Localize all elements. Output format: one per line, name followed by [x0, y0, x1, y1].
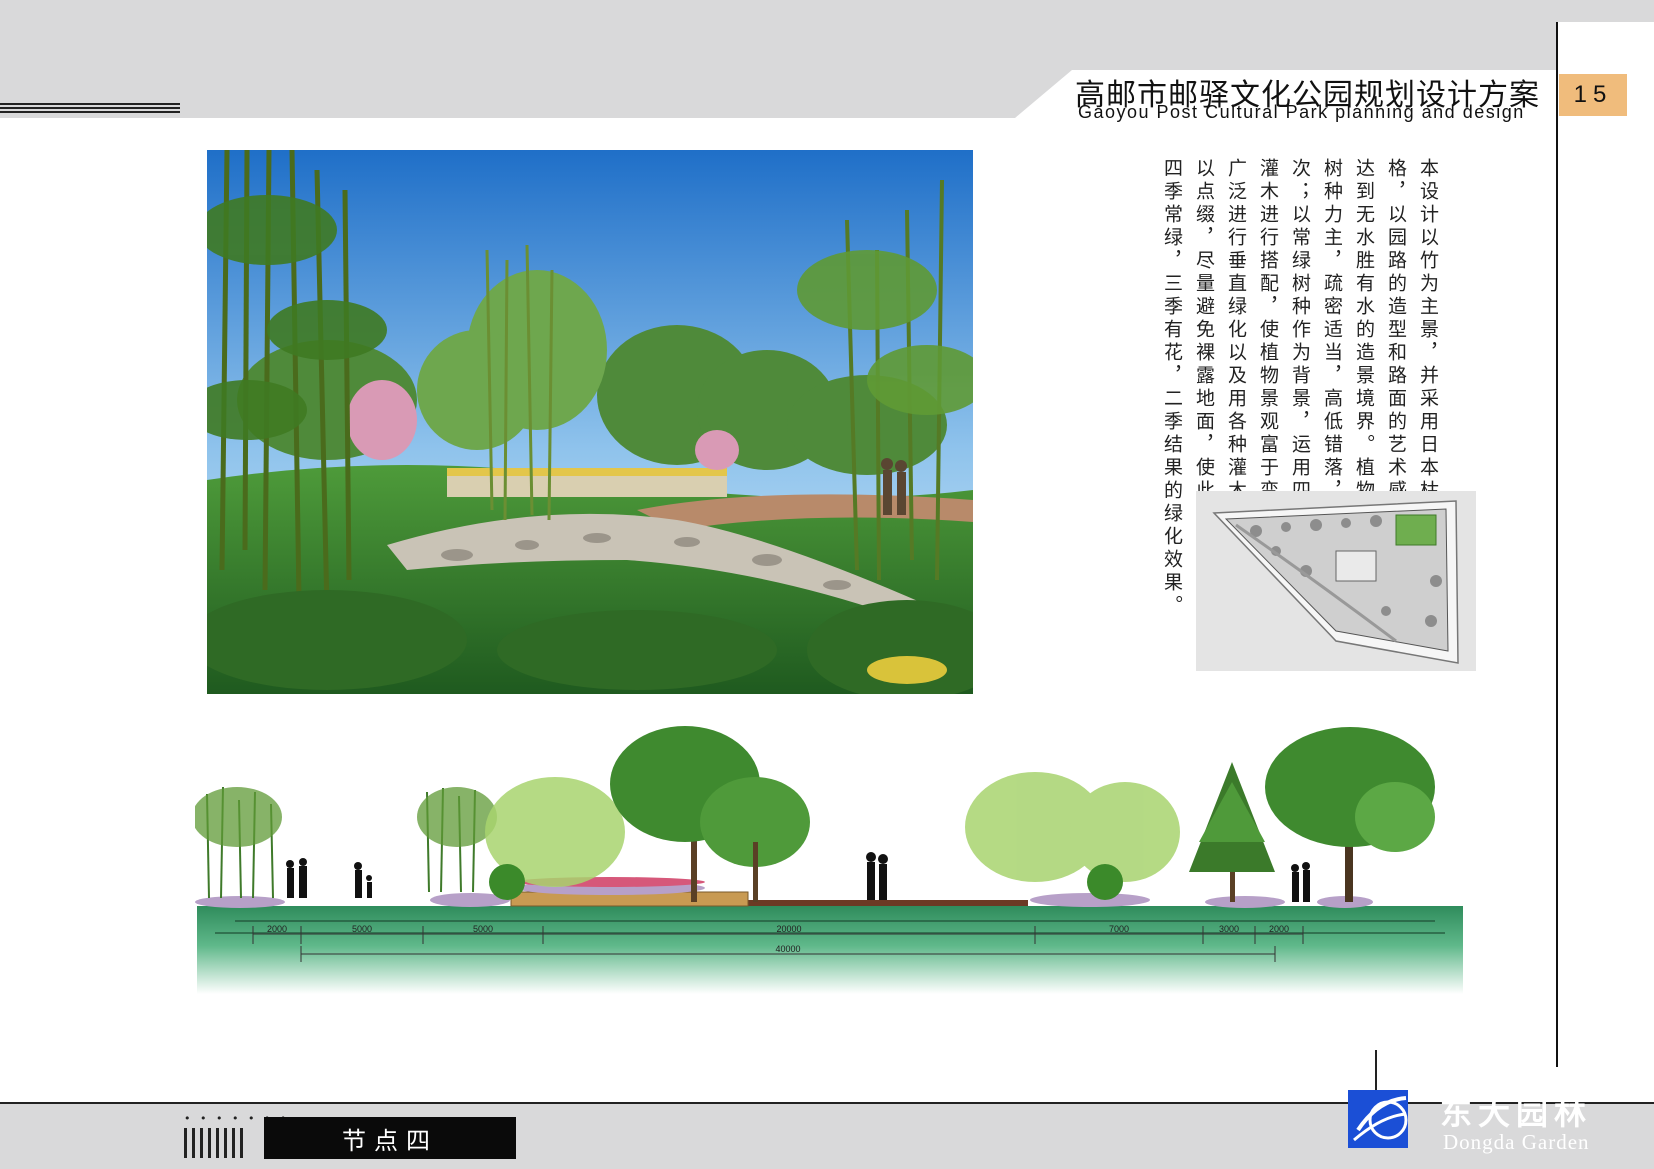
- right-margin-rule: [1556, 22, 1558, 1067]
- dongda-logo-icon: [1348, 1090, 1408, 1148]
- company-name-zh: 东大园林: [1440, 1094, 1593, 1132]
- dimension-label: 7000: [1109, 924, 1129, 934]
- section-label: 节点四: [264, 1117, 516, 1159]
- dimension-label: 20000: [776, 924, 801, 934]
- garden-rendering-image: [207, 150, 973, 694]
- site-plan-thumbnail: [1196, 491, 1476, 671]
- dimension-label: 3000: [1219, 924, 1239, 934]
- dimension-total-label: 40000: [775, 944, 800, 954]
- document-subtitle: Gaoyou Post Cultural Park planning and d…: [1078, 102, 1525, 122]
- dimension-label: 2000: [267, 924, 287, 934]
- company-name-en: Dongda Garden: [1443, 1130, 1590, 1154]
- header-decor-lines: [0, 103, 180, 117]
- dimension-label: 2000: [1269, 924, 1289, 934]
- page-number: 15: [1559, 74, 1627, 116]
- section-elevation-drawing: 2000 5000 5000 20000 7000 3000 2000 4000…: [195, 726, 1463, 994]
- dimension-label: 5000: [352, 924, 372, 934]
- dimension-label: 5000: [473, 924, 493, 934]
- footer-bars: [184, 1128, 248, 1162]
